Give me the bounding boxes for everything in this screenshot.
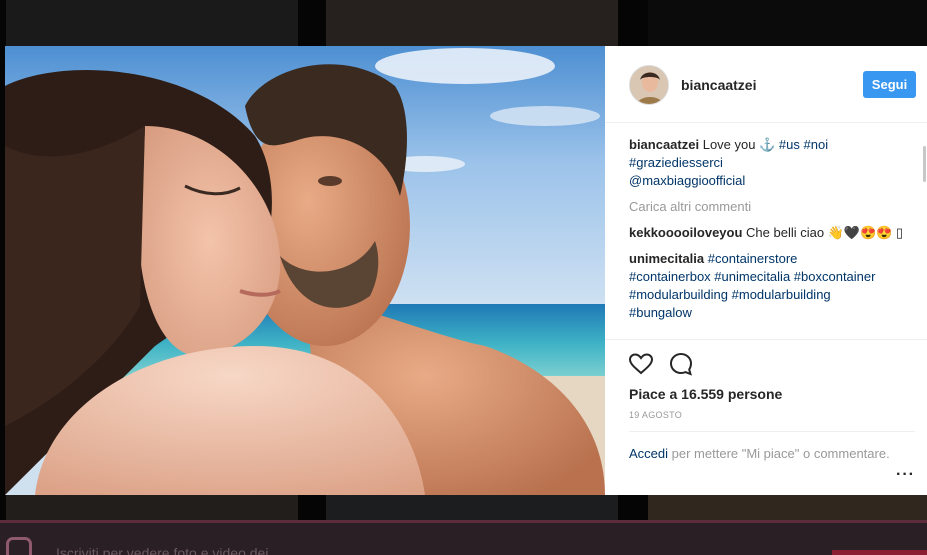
login-prompt: Accedi per mettere "Mi piace" o commenta… xyxy=(629,431,915,463)
hashtag-link[interactable]: #containerbox xyxy=(629,269,711,284)
instagram-logo-icon xyxy=(6,537,32,555)
login-prompt-text: per mettere "Mi piace" o commentare. xyxy=(671,446,890,461)
caption-text: Love you ⚓ xyxy=(702,137,776,152)
post-actions: Piace a 16.559 persone 19 agosto Accedi … xyxy=(605,339,927,479)
comment-username[interactable]: unimecitalia xyxy=(629,251,704,266)
signup-button[interactable] xyxy=(832,550,927,555)
follow-button[interactable]: Segui xyxy=(863,71,916,98)
hashtag-link[interactable]: #graziediesserci xyxy=(629,155,723,170)
action-icons xyxy=(628,352,693,376)
post-date: 19 agosto xyxy=(629,410,683,420)
hashtag-link[interactable]: #modularbuilding xyxy=(629,287,728,302)
caption: biancaatzei Love you ⚓ #us #noi #grazied… xyxy=(629,136,915,190)
mention-link[interactable]: @maxbiaggioofficial xyxy=(629,173,745,188)
hashtag-link[interactable]: #us xyxy=(779,137,800,152)
ellipsis-icon[interactable]: ··· xyxy=(896,466,915,484)
comment-list: biancaatzei Love you ⚓ #us #noi #grazied… xyxy=(629,136,915,330)
post-modal: biancaatzei Segui biancaatzei Love you ⚓… xyxy=(5,46,927,495)
post-photo-image xyxy=(5,46,605,495)
heart-outline-icon[interactable] xyxy=(628,352,654,376)
signup-banner: Iscriviti per vedere foto e video dei xyxy=(0,520,927,555)
post-sidebar: biancaatzei Segui biancaatzei Love you ⚓… xyxy=(605,46,927,495)
load-more-comments[interactable]: Carica altri commenti xyxy=(629,198,915,216)
comments-scrollbar[interactable] xyxy=(923,146,926,182)
post-username[interactable]: biancaatzei xyxy=(681,77,756,93)
hashtag-link[interactable]: #bungalow xyxy=(629,305,692,320)
post-header: biancaatzei Segui xyxy=(605,46,927,123)
signup-text: Iscriviti per vedere foto e video dei xyxy=(56,545,269,555)
caption-username[interactable]: biancaatzei xyxy=(629,137,699,152)
comment-text: Che belli ciao 👋🖤😍😍 ▯ xyxy=(746,225,904,240)
comment-item: unimecitalia #containerstore #containerb… xyxy=(629,250,915,322)
like-count[interactable]: Piace a 16.559 persone xyxy=(629,386,782,402)
comment-username[interactable]: kekkooooiloveyou xyxy=(629,225,742,240)
hashtag-link[interactable]: #noi xyxy=(804,137,829,152)
hashtag-link[interactable]: #containerstore xyxy=(708,251,798,266)
hashtag-link[interactable]: #modularbuilding xyxy=(732,287,831,302)
hashtag-link[interactable]: #boxcontainer xyxy=(794,269,876,284)
post-photo[interactable] xyxy=(5,46,605,495)
comment-bubble-icon[interactable] xyxy=(669,352,693,376)
avatar-image xyxy=(630,66,668,104)
avatar[interactable] xyxy=(629,65,669,105)
login-link[interactable]: Accedi xyxy=(629,446,668,461)
comment-item: kekkooooiloveyou Che belli ciao 👋🖤😍😍 ▯ xyxy=(629,224,915,242)
hashtag-link[interactable]: #unimecitalia xyxy=(714,269,790,284)
